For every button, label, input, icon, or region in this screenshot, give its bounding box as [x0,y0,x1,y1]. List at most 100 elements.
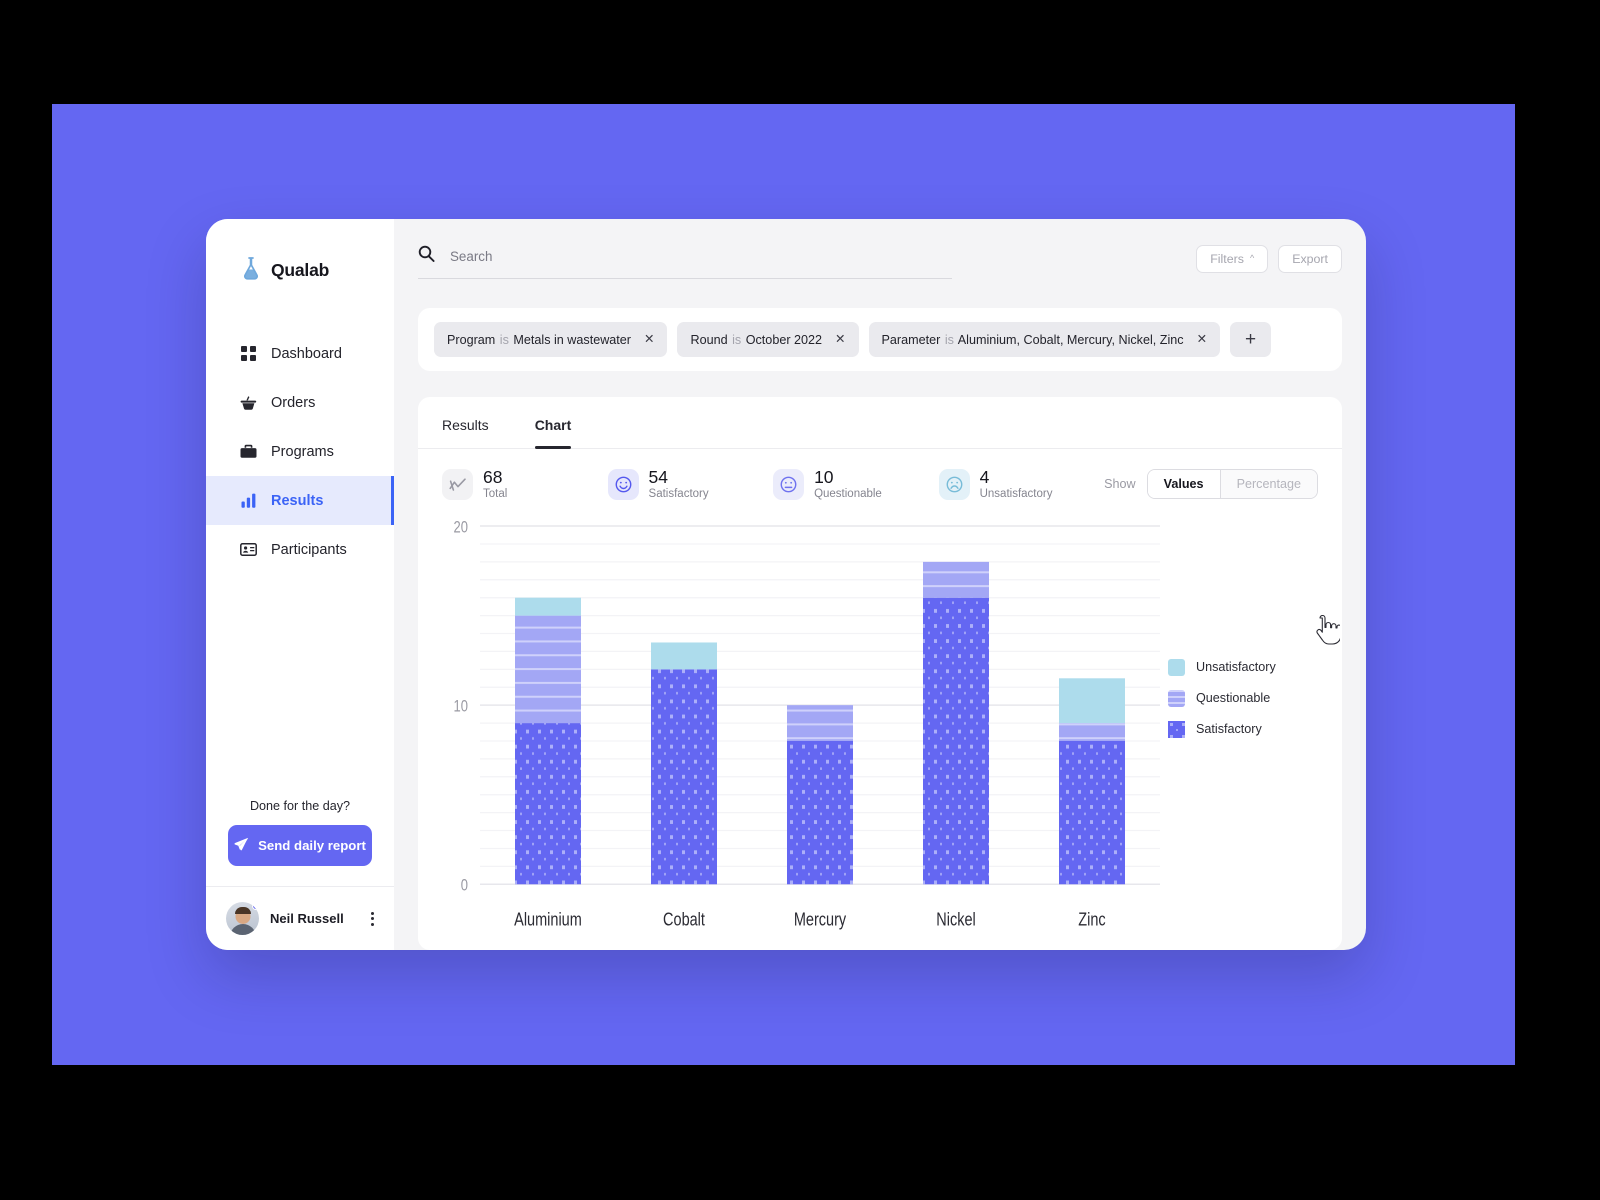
sidebar-item-label: Programs [271,443,334,460]
topbar: Filters ^ Export [418,245,1342,279]
filter-chip-parameter[interactable]: Parameter is Aluminium, Cobalt, Mercury,… [868,322,1221,357]
stat-label: Questionable [814,488,882,501]
sidebar-item-results[interactable]: Results [206,476,394,525]
svg-text:Aluminium: Aluminium [514,911,582,931]
chart-legend: Unsatisfactory Questionable Satisfactory [1168,516,1318,950]
filter-chip-program[interactable]: Program is Metals in wastewater ✕ [434,322,668,357]
close-icon[interactable]: ✕ [644,333,654,346]
desktop-background: Qualab Dashboard Orders Programs Results… [52,104,1515,1065]
chip-value: Aluminium, Cobalt, Mercury, Nickel, Zinc [957,332,1184,347]
svg-text:Mercury: Mercury [794,911,847,931]
chip-operator: is [732,332,742,347]
sidebar-item-dashboard[interactable]: Dashboard [206,329,394,378]
svg-text:0: 0 [461,878,468,896]
stats-row: 68 Total 54 Satisfactory 10 Questionable… [418,449,1342,506]
stat-label: Total [483,488,508,501]
tab-bar: Results Chart [418,397,1342,449]
top-actions: Filters ^ Export [1196,245,1342,273]
line-chart-icon [442,468,473,500]
send-daily-report-button[interactable]: Send daily report [228,825,372,866]
toggle-option-values[interactable]: Values [1147,470,1220,499]
legend-label: Unsatisfactory [1196,660,1276,675]
stat-satisfactory: 54 Satisfactory [607,467,774,500]
svg-text:20: 20 [454,519,468,537]
cta-label: Done for the day? [249,799,351,813]
toggle-option-percentage[interactable]: Percentage [1219,470,1317,499]
user-name: Neil Russell [270,911,344,926]
tab-chart[interactable]: Chart [534,397,571,449]
user-row[interactable]: Neil Russell [206,886,394,950]
search-input[interactable] [450,248,952,264]
send-daily-report-label: Send daily report [258,838,366,853]
search-bar[interactable] [418,245,952,279]
legend-swatch [1168,689,1185,707]
stat-value: 4 [979,467,990,487]
chip-value: October 2022 [745,332,823,347]
legend-label: Satisfactory [1196,722,1262,737]
smiley-sad-icon [938,468,970,500]
stat-total: 68 Total [442,468,608,500]
send-icon [234,837,249,855]
legend-item-satisfactory[interactable]: Satisfactory [1168,720,1318,738]
sidebar-item-participants[interactable]: Participants [206,525,394,574]
results-panel: Results Chart 68 Total 54 Satisfactory 1… [418,397,1342,950]
smiley-happy-icon [607,468,639,500]
id-card-icon [240,541,257,558]
smiley-neutral-icon [773,468,805,500]
chip-key: Parameter [881,332,941,347]
stat-value: 68 [483,467,503,487]
sidebar-item-label: Results [271,492,324,509]
avatar [226,902,259,935]
legend-item-questionable[interactable]: Questionable [1168,689,1318,707]
bar-chart-icon [240,492,257,509]
search-icon [418,245,435,267]
filters-label: Filters [1210,252,1244,266]
svg-text:Cobalt: Cobalt [663,911,705,931]
close-icon[interactable]: ✕ [835,333,845,346]
svg-text:Nickel: Nickel [936,911,975,931]
show-toggle: Show Values Percentage [1104,469,1318,500]
legend-label: Questionable [1196,691,1271,706]
chip-operator: is [944,332,954,347]
stat-value: 10 [814,467,834,487]
close-icon[interactable]: ✕ [1197,333,1207,346]
main-content: Filters ^ Export Program is Metals in wa… [394,219,1366,950]
legend-swatch [1168,720,1185,738]
brand: Qualab [206,219,394,293]
legend-swatch [1168,658,1185,676]
app-window: Qualab Dashboard Orders Programs Results… [206,219,1366,950]
sidebar: Qualab Dashboard Orders Programs Results… [206,219,394,950]
flask-icon [240,256,262,285]
svg-text:10: 10 [454,699,468,717]
filter-chip-round[interactable]: Round is October 2022 ✕ [677,322,859,357]
sidebar-item-orders[interactable]: Orders [206,378,394,427]
add-filter-button[interactable]: + [1230,322,1272,357]
chip-value: Metals in wastewater [513,332,631,347]
chart-area: 0 10 20 Aluminium Cobalt Mercury Nickel Zinc Un… [418,506,1342,950]
sidebar-item-label: Orders [271,394,316,411]
chip-key: Program [447,332,496,347]
stat-value: 54 [648,467,668,487]
sidebar-footer: Done for the day? Send daily report Neil… [206,799,394,950]
export-button[interactable]: Export [1278,245,1342,273]
chevron-up-icon: ^ [1249,253,1255,263]
tab-results[interactable]: Results [442,397,489,448]
stacked-bar-chart[interactable]: 0 10 20 Aluminium Cobalt Mercury Nickel Zinc [428,516,1168,950]
value-mode-segmented-control: Values Percentage [1146,469,1318,500]
filter-bar: Program is Metals in wastewater ✕ Round … [418,308,1342,371]
stat-unsatisfactory: 4 Unsatisfactory [938,467,1105,501]
kebab-menu-icon[interactable] [367,908,378,930]
online-status-dot [252,902,259,910]
chip-operator: is [499,332,509,347]
filters-button[interactable]: Filters ^ [1196,245,1269,273]
stat-label: Unsatisfactory [979,488,1053,501]
legend-item-unsatisfactory[interactable]: Unsatisfactory [1168,658,1318,676]
export-label: Export [1292,252,1328,266]
basket-icon [240,394,257,411]
sidebar-item-label: Participants [271,541,347,558]
sidebar-item-programs[interactable]: Programs [206,427,394,476]
stat-questionable: 10 Questionable [773,468,939,500]
show-label: Show [1104,477,1136,492]
plot-region: 0 10 20 Aluminium Cobalt Mercury Nickel Zinc [428,516,1168,950]
chip-key: Round [690,332,728,347]
